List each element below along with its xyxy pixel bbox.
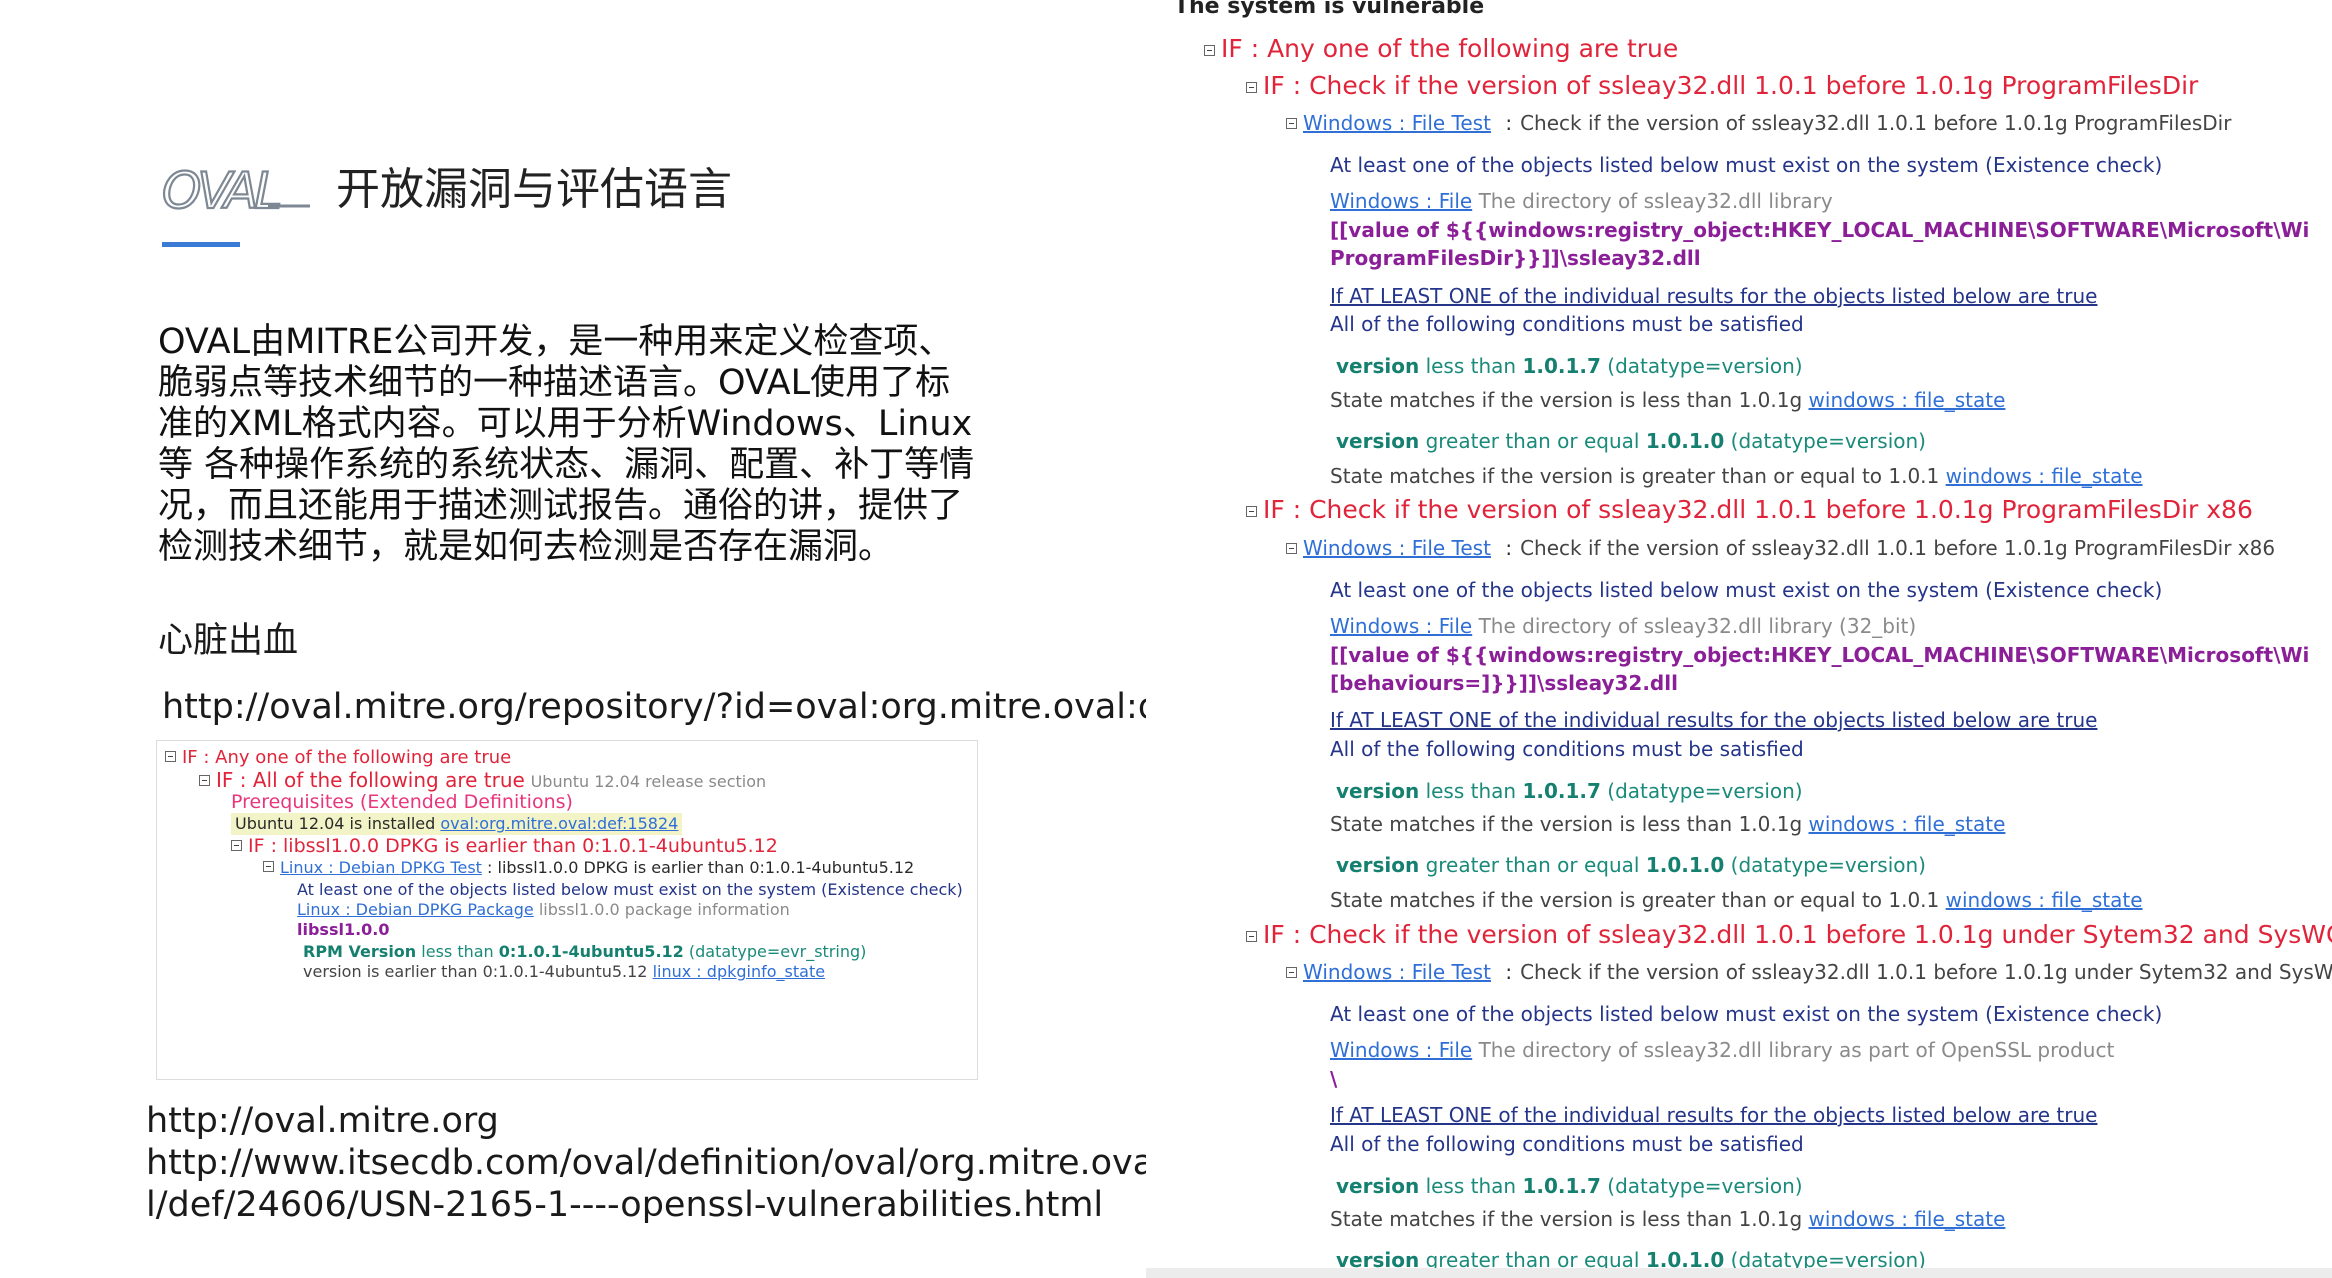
all-conditions: All of the following conditions must be … xyxy=(1330,312,1804,336)
mini-dpkg-package-link[interactable]: Linux : Debian DPKG Package xyxy=(297,900,534,919)
file-test-link[interactable]: Windows : File Test xyxy=(1303,111,1491,135)
oval-logo: OVAL xyxy=(161,161,310,220)
mini-existence-check: At least one of the objects listed below… xyxy=(297,880,963,899)
version-less-than: version less than 1.0.1.7 (datatype=vers… xyxy=(1336,1174,1803,1198)
file-state-link[interactable]: windows : file_state xyxy=(1809,1207,2006,1231)
version-greater-equal: version greater than or equal 1.0.1.0 (d… xyxy=(1336,853,1926,877)
collapse-toggle-icon[interactable] xyxy=(1246,82,1257,93)
existence-check: At least one of the objects listed below… xyxy=(1330,578,2163,602)
mini-rpm-version: RPM Version less than 0:1.0.1-4ubuntu5.1… xyxy=(303,942,867,961)
collapse-toggle-icon[interactable] xyxy=(263,861,274,872)
registry-path-cont: [behaviours=]}}]]\ssleay32.dll xyxy=(1330,671,1678,695)
intro-line: 等 各种操作系统的系统状态、漏洞、配置、补丁等情 xyxy=(158,445,975,485)
all-conditions: All of the following conditions must be … xyxy=(1330,737,1804,761)
state-less-than: State matches if the version is less tha… xyxy=(1330,1207,2006,1231)
windows-oval-screenshot: The system is vulnerable IF : Any one of… xyxy=(1146,0,2332,1278)
horizontal-scrollbar[interactable] xyxy=(1146,1268,2332,1278)
file-test-link[interactable]: Windows : File Test xyxy=(1303,960,1491,984)
version-less-than: version less than 1.0.1.7 (datatype=vers… xyxy=(1336,779,1803,803)
file-test-link[interactable]: Windows : File Test xyxy=(1303,536,1491,560)
existence-check: At least one of the objects listed below… xyxy=(1330,153,2163,177)
slide-title: 开放漏洞与评估语言 xyxy=(336,164,732,215)
mini-def-link[interactable]: oval:org.mitre.oval:def:15824 xyxy=(440,814,678,833)
registry-path-cont: ProgramFilesDir}}]]\ssleay32.dll xyxy=(1330,246,1701,270)
collapse-toggle-icon[interactable] xyxy=(199,775,210,786)
collapse-toggle-icon[interactable] xyxy=(1286,543,1297,554)
collapse-toggle-icon[interactable] xyxy=(1286,967,1297,978)
state-less-than: State matches if the version is less tha… xyxy=(1330,388,2006,412)
mini-all-of-line: IF : All of the following are true Ubunt… xyxy=(199,769,766,793)
vulnerable-header: The system is vulnerable xyxy=(1174,0,1485,19)
intro-paragraph: OVAL由MITRE公司开发，是一种用来定义检查项、 脆弱点等技术细节的一种描述… xyxy=(158,322,978,568)
mini-dpkg-package: Linux : Debian DPKG Package libssl1.0.0 … xyxy=(297,900,790,919)
intro-line: OVAL由MITRE公司开发，是一种用来定义检查项、 xyxy=(158,322,954,362)
file-object-line: Windows : File The directory of ssleay32… xyxy=(1330,189,1833,213)
version-less-than: version less than 1.0.1.7 (datatype=vers… xyxy=(1336,354,1803,378)
all-conditions: All of the following conditions must be … xyxy=(1330,1132,1804,1156)
title-underline xyxy=(162,242,240,247)
file-test-line: Windows : File Test : Check if the versio… xyxy=(1286,535,2275,561)
file-test-line: Windows : File Test : Check if the versio… xyxy=(1286,110,2231,136)
file-state-link[interactable]: windows : file_state xyxy=(1946,464,2143,488)
file-object-link[interactable]: Windows : File xyxy=(1330,1038,1472,1062)
version-greater-equal: version greater than or equal 1.0.1.0 (d… xyxy=(1336,429,1926,453)
mini-prereq-note: Ubuntu 12.04 is installed oval:org.mitre… xyxy=(231,813,683,835)
mini-dpkg-test: Linux : Debian DPKG Test : libssl1.0.0 D… xyxy=(263,857,914,879)
if-check-line: IF : Check if the version of ssleay32.dl… xyxy=(1246,920,2332,950)
mini-dpkg-test-link[interactable]: Linux : Debian DPKG Test xyxy=(280,858,482,877)
at-least-one-link[interactable]: If AT LEAST ONE of the individual result… xyxy=(1330,1102,2097,1128)
heartbleed-label: 心脏出血 xyxy=(158,621,299,661)
intro-line: 检测技术细节，就是如何去检测是否存在漏洞。 xyxy=(158,527,894,567)
if-check-line: IF : Check if the version of ssleay32.dl… xyxy=(1246,71,2198,101)
mini-prerequisites: Prerequisites (Extended Definitions) xyxy=(231,791,573,813)
collapse-toggle-icon[interactable] xyxy=(231,840,242,851)
registry-path: \ xyxy=(1330,1067,1338,1091)
file-state-link[interactable]: windows : file_state xyxy=(1809,388,2006,412)
intro-line: 准的XML格式内容。可以用于分析Windows、Linux xyxy=(158,404,973,444)
any-one-line: IF : Any one of the following are true xyxy=(1204,34,1678,64)
file-object-link[interactable]: Windows : File xyxy=(1330,189,1472,213)
collapse-toggle-icon[interactable] xyxy=(1204,45,1215,56)
collapse-toggle-icon[interactable] xyxy=(165,751,176,762)
file-state-link[interactable]: windows : file_state xyxy=(1809,812,2006,836)
collapse-toggle-icon[interactable] xyxy=(1286,118,1297,129)
state-greater-equal: State matches if the version is greater … xyxy=(1330,888,2143,912)
collapse-toggle-icon[interactable] xyxy=(1246,931,1257,942)
mini-any-one-line: IF : Any one of the following are true xyxy=(165,747,511,769)
intro-line: 脆弱点等技术细节的一种描述语言。OVAL使用了标 xyxy=(158,363,951,403)
intro-line: 况，而且还能用于描述测试报告。通俗的讲，提供了 xyxy=(158,486,964,526)
registry-path: [[value of ${{windows:registry_object:HK… xyxy=(1330,218,2310,242)
reference-url: http://www.itsecdb.com/oval/definition/o… xyxy=(146,1143,1155,1183)
reference-url: l/def/24606/USN-2165-1----openssl-vulner… xyxy=(146,1185,1104,1225)
file-object-line: Windows : File The directory of ssleay32… xyxy=(1330,614,1917,638)
file-object-line: Windows : File The directory of ssleay32… xyxy=(1330,1038,2115,1062)
mini-libssl-name: libssl1.0.0 xyxy=(297,920,390,939)
registry-path: [[value of ${{windows:registry_object:HK… xyxy=(1330,643,2310,667)
file-object-link[interactable]: Windows : File xyxy=(1330,614,1472,638)
if-check-line: IF : Check if the version of ssleay32.dl… xyxy=(1246,495,2253,525)
ubuntu-oval-screenshot: IF : Any one of the following are true I… xyxy=(156,740,978,1080)
repository-url: http://oval.mitre.org/repository/?id=ova… xyxy=(162,687,1316,727)
mini-dpkginfo-state-link[interactable]: linux : dpkginfo_state xyxy=(653,962,825,981)
file-test-line: Windows : File Test : Check if the versio… xyxy=(1286,959,2332,985)
at-least-one-link[interactable]: If AT LEAST ONE of the individual result… xyxy=(1330,283,2097,309)
state-greater-equal: State matches if the version is greater … xyxy=(1330,464,2143,488)
existence-check: At least one of the objects listed below… xyxy=(1330,1002,2163,1026)
state-less-than: State matches if the version is less tha… xyxy=(1330,812,2006,836)
oval-logo-text: OVAL xyxy=(162,162,279,220)
at-least-one-link[interactable]: If AT LEAST ONE of the individual result… xyxy=(1330,707,2097,733)
reference-url: http://oval.mitre.org xyxy=(146,1101,499,1141)
collapse-toggle-icon[interactable] xyxy=(1246,506,1257,517)
file-state-link[interactable]: windows : file_state xyxy=(1946,888,2143,912)
mini-if-libssl: IF : libssl1.0.0 DPKG is earlier than 0:… xyxy=(231,835,778,857)
mini-state-line: version is earlier than 0:1.0.1-4ubuntu5… xyxy=(303,962,826,981)
